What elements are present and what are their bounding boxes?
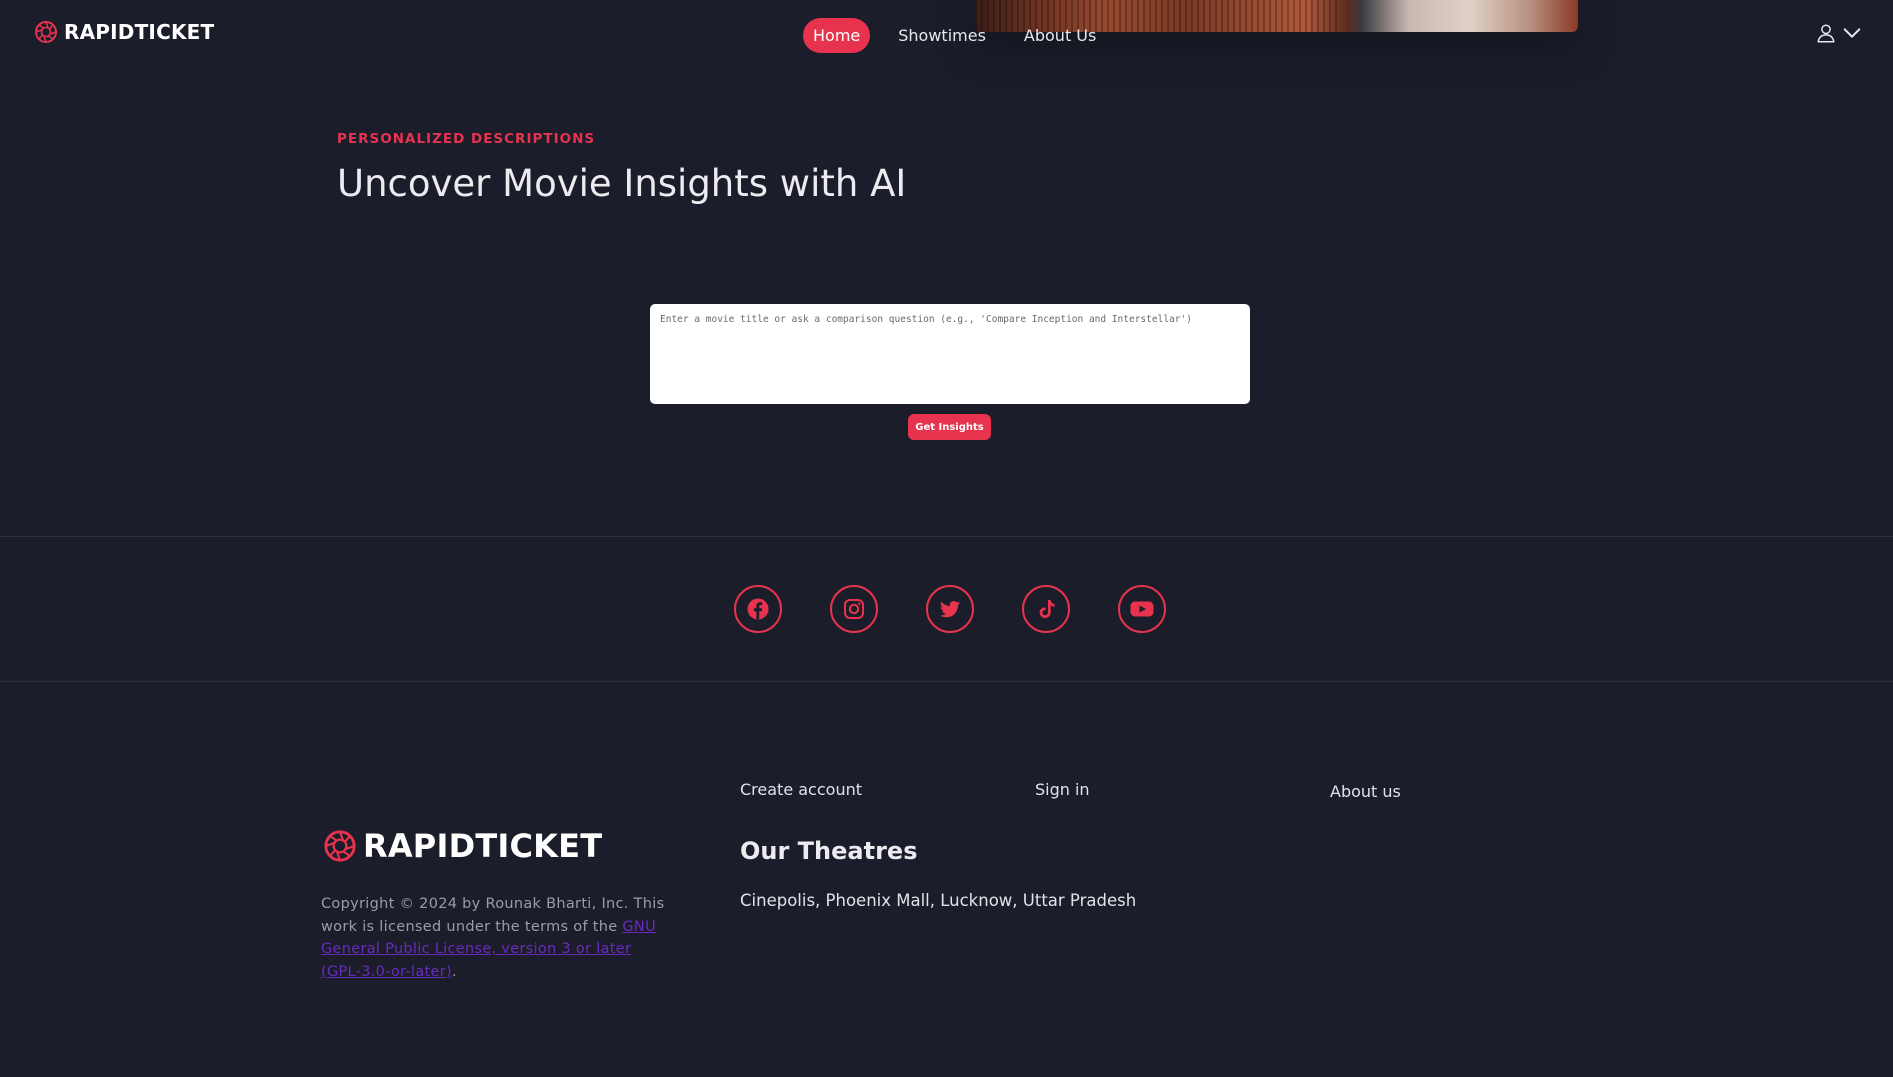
sign-in-link[interactable]: Sign in bbox=[1035, 780, 1090, 799]
social-links bbox=[734, 585, 1166, 633]
footer-brand-name: RAPIDTICKET bbox=[363, 827, 603, 865]
tiktok-icon bbox=[1039, 600, 1055, 618]
user-menu-button[interactable] bbox=[1815, 22, 1863, 44]
nav-item-about-us[interactable]: About Us bbox=[1014, 18, 1106, 53]
nav-item-showtimes[interactable]: Showtimes bbox=[888, 18, 996, 53]
get-insights-button[interactable]: Get Insights bbox=[908, 414, 991, 440]
nav-item-home[interactable]: Home bbox=[803, 18, 871, 53]
copyright-text: Copyright © 2024 by Rounak Bharti, Inc. … bbox=[321, 893, 676, 983]
tiktok-link[interactable] bbox=[1022, 585, 1070, 633]
facebook-icon bbox=[747, 598, 769, 620]
brand-name: RAPIDTICKET bbox=[64, 20, 215, 44]
page-title: Uncover Movie Insights with AI bbox=[337, 162, 907, 205]
brand-logo-link[interactable]: RAPIDTICKET bbox=[34, 20, 214, 44]
chevron-down-icon bbox=[1843, 28, 1861, 38]
instagram-icon bbox=[844, 599, 864, 619]
facebook-link[interactable] bbox=[734, 585, 782, 633]
twitter-link[interactable] bbox=[926, 585, 974, 633]
movie-query-input[interactable] bbox=[650, 304, 1250, 404]
user-icon bbox=[1817, 24, 1835, 43]
twitter-icon bbox=[940, 601, 960, 618]
section-divider bbox=[0, 681, 1893, 682]
theatre-address: Cinepolis, Phoenix Mall, Lucknow, Uttar … bbox=[740, 891, 1137, 910]
create-account-link[interactable]: Create account bbox=[740, 780, 862, 799]
main-nav: Home Showtimes About Us bbox=[803, 18, 1124, 53]
aperture-logo-icon bbox=[35, 21, 57, 43]
aperture-logo-icon bbox=[324, 830, 356, 862]
footer-brand[interactable]: RAPIDTICKET bbox=[323, 827, 602, 865]
section-eyebrow: PERSONALIZED DESCRIPTIONS bbox=[337, 131, 596, 147]
youtube-link[interactable] bbox=[1118, 585, 1166, 633]
instagram-link[interactable] bbox=[830, 585, 878, 633]
copyright-suffix: . bbox=[451, 963, 457, 980]
section-divider bbox=[0, 536, 1893, 537]
youtube-icon bbox=[1130, 601, 1154, 617]
theatres-heading: Our Theatres bbox=[740, 837, 918, 865]
copyright-prefix: Copyright © 2024 by Rounak Bharti, Inc. … bbox=[321, 896, 665, 935]
top-navbar: RAPIDTICKET Home Showtimes About Us bbox=[0, 0, 1893, 72]
about-us-link[interactable]: About us bbox=[1330, 782, 1401, 801]
